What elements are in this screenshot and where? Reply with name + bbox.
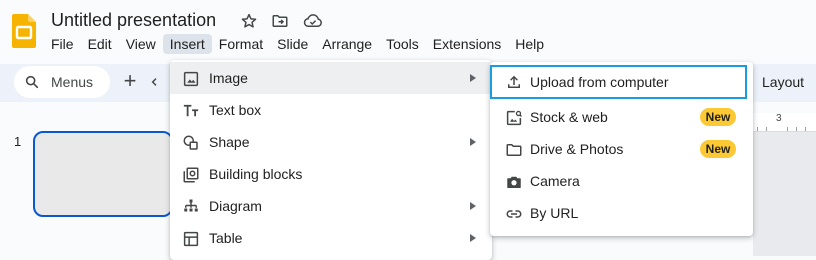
upload-icon: [505, 73, 523, 91]
slide-number: 1: [14, 134, 22, 149]
table-icon: [182, 230, 200, 248]
building-blocks-icon: [182, 166, 200, 184]
menu-help[interactable]: Help: [508, 34, 551, 54]
slide-thumbnail[interactable]: [33, 131, 173, 217]
ruler-tick: [805, 127, 806, 131]
insert-text-box-item[interactable]: Text box: [170, 94, 492, 126]
drive-and-photos-label: Drive & Photos: [530, 141, 624, 157]
link-icon: [505, 205, 523, 223]
insert-building-blocks-label: Building blocks: [209, 166, 303, 182]
menu-insert[interactable]: Insert: [162, 34, 212, 54]
insert-text-box-label: Text box: [209, 102, 262, 118]
stock-and-web-label: Stock & web: [530, 109, 608, 125]
cloud-status-icon[interactable]: [303, 12, 322, 30]
search-menus-label: Menus: [51, 74, 94, 90]
menu-view[interactable]: View: [119, 34, 163, 54]
insert-diagram-label: Diagram: [209, 198, 262, 214]
menu-bar: File Edit View Insert Format Slide Arran…: [44, 34, 551, 54]
shape-icon: [182, 134, 200, 152]
new-badge: New: [700, 140, 736, 158]
slides-logo-icon[interactable]: [12, 14, 36, 48]
new-badge: New: [700, 108, 736, 126]
new-slide-button[interactable]: +: [120, 70, 140, 94]
image-icon: [182, 70, 200, 88]
submenu-arrow-icon: [470, 74, 476, 82]
insert-table-label: Table: [209, 230, 243, 246]
menu-slide[interactable]: Slide: [270, 34, 315, 54]
camera-label: Camera: [530, 173, 580, 189]
upload-from-computer-item[interactable]: Upload from computer: [490, 65, 747, 99]
insert-shape-label: Shape: [209, 134, 250, 150]
menu-file[interactable]: File: [44, 34, 81, 54]
camera-item[interactable]: Camera: [490, 165, 753, 197]
insert-image-label: Image: [209, 70, 248, 86]
diagram-icon: [182, 198, 200, 216]
menu-edit[interactable]: Edit: [81, 34, 119, 54]
ruler-tick: [757, 127, 758, 131]
camera-icon: [505, 173, 523, 191]
search-icon: [24, 74, 40, 90]
insert-diagram-item[interactable]: Diagram: [170, 190, 492, 222]
document-title[interactable]: Untitled presentation: [51, 10, 216, 31]
by-url-label: By URL: [530, 205, 579, 221]
insert-building-blocks-item[interactable]: Building blocks: [170, 158, 492, 190]
insert-table-item[interactable]: Table: [170, 222, 492, 254]
ruler-tick: [787, 127, 788, 131]
menu-format[interactable]: Format: [212, 34, 270, 54]
menu-tools[interactable]: Tools: [379, 34, 426, 54]
submenu-arrow-icon: [470, 202, 476, 210]
move-to-folder-icon[interactable]: [271, 12, 289, 30]
insert-image-item[interactable]: Image: [170, 62, 492, 94]
ruler-tick: [796, 127, 797, 131]
ruler-number: 3: [776, 113, 782, 124]
star-icon[interactable]: [240, 12, 258, 30]
stock-image-icon: [505, 109, 523, 127]
search-menus-button[interactable]: Menus: [14, 66, 110, 98]
menu-arrange[interactable]: Arrange: [315, 34, 379, 54]
drive-and-photos-item[interactable]: Drive & Photos New: [490, 133, 753, 165]
ruler-tick: [766, 127, 767, 131]
insert-menu: Image Text box Shape Building blocks Dia…: [170, 60, 492, 260]
upload-from-computer-label: Upload from computer: [530, 74, 669, 90]
submenu-arrow-icon: [470, 234, 476, 242]
insert-shape-item[interactable]: Shape: [170, 126, 492, 158]
slide-canvas[interactable]: [753, 132, 816, 256]
folder-icon: [505, 141, 523, 159]
text-box-icon: [182, 102, 200, 120]
submenu-arrow-icon: [470, 138, 476, 146]
image-submenu: Upload from computer Stock & web New Dri…: [490, 62, 753, 236]
undo-icon[interactable]: [150, 74, 166, 90]
ruler: 3: [753, 113, 816, 132]
stock-and-web-item[interactable]: Stock & web New: [490, 101, 753, 133]
by-url-item[interactable]: By URL: [490, 197, 753, 229]
layout-button[interactable]: Layout: [762, 74, 804, 90]
menu-extensions[interactable]: Extensions: [426, 34, 508, 54]
